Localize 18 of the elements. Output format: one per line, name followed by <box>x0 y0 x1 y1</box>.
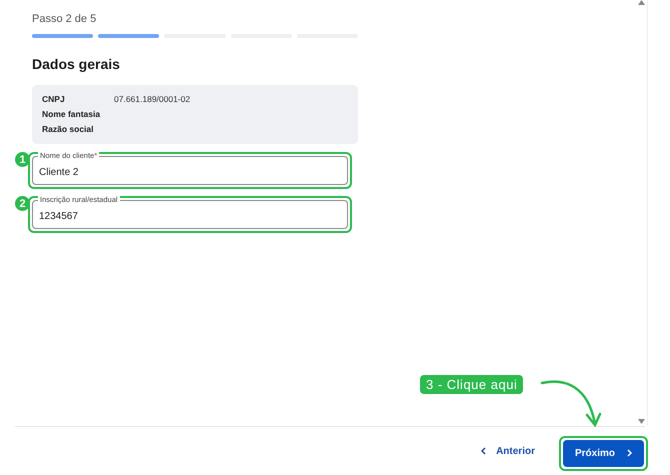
curved-arrow <box>540 378 602 430</box>
summary-label: CNPJ <box>42 94 66 104</box>
chevron-right-icon <box>627 449 632 457</box>
summary-label: Nome fantasia <box>42 109 102 119</box>
summary-label: Razão social <box>42 124 94 134</box>
back-button[interactable]: Anterior <box>477 442 539 460</box>
step-marker: 2 <box>15 196 30 211</box>
next-button[interactable]: Próximo <box>562 440 644 466</box>
field-value: Cliente 2 <box>39 167 78 178</box>
callout-label: 3 - Clique aqui <box>420 375 524 394</box>
scroll-up-icon[interactable] <box>638 0 644 5</box>
step-counter: Passo 2 de 5 <box>32 13 98 25</box>
summary-value: 07.661.189/0001-02 <box>114 94 190 104</box>
chevron-left-icon <box>481 447 486 455</box>
field-value: 1234567 <box>39 211 78 222</box>
section-title: Dados gerais <box>32 56 121 72</box>
step-marker: 1 <box>15 152 30 167</box>
scroll-down-icon[interactable] <box>638 419 644 424</box>
